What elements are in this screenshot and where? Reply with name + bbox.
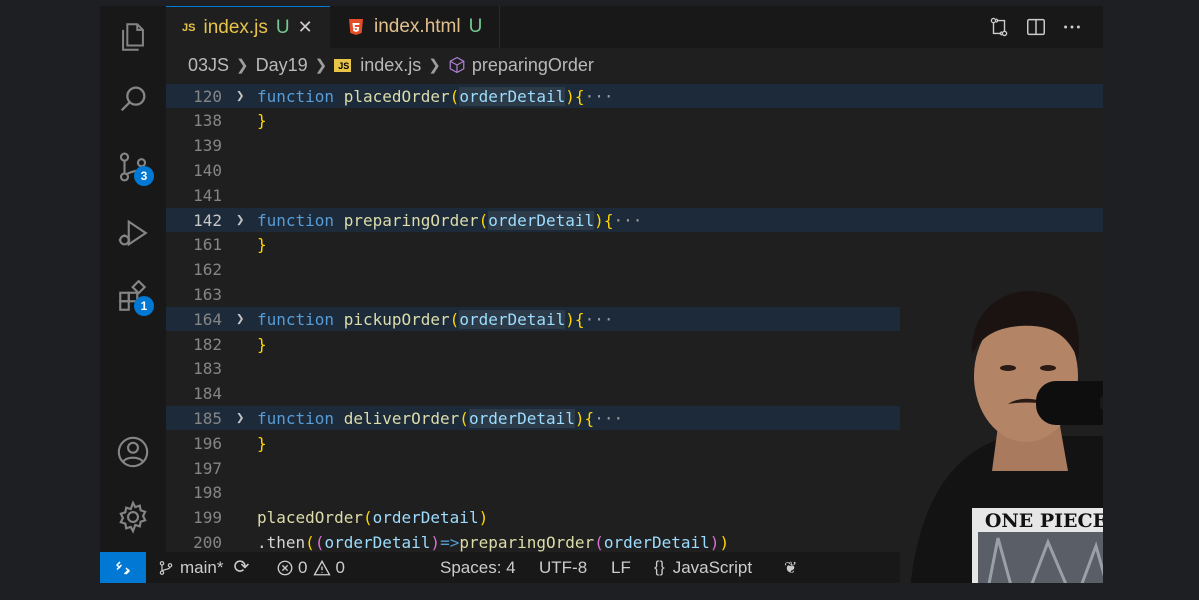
code-text: .then((orderDetail)=>preparingOrder(orde… xyxy=(257,532,730,552)
code-text: } xyxy=(257,433,267,453)
tab-label: index.html xyxy=(374,16,461,37)
language-name: JavaScript xyxy=(672,557,753,577)
line-number: 197 xyxy=(193,458,222,478)
webcam-overlay: ONE PIECE xyxy=(900,276,1103,583)
warning-count: 0 xyxy=(335,557,345,577)
breadcrumb-folder[interactable]: Day19 xyxy=(256,55,308,76)
vscode-window: 3 1 JS index.js U ✕ index.html U 03JS ❯ … xyxy=(100,6,1103,583)
activity-bar: 3 1 xyxy=(100,6,166,552)
branch-name: main* xyxy=(180,557,224,577)
accounts-icon[interactable] xyxy=(112,431,154,473)
code-line[interactable]: 142 ❯ function preparingOrder(orderDetail)… xyxy=(166,208,1103,232)
fold-chevron-icon[interactable]: ❯ xyxy=(236,311,244,327)
code-line[interactable]: 120 ❯ function placedOrder(orderDetail){··… xyxy=(166,84,1103,108)
chevron-right-icon: ❯ xyxy=(236,57,249,74)
source-control-icon[interactable]: 3 xyxy=(112,146,154,188)
code-text: } xyxy=(257,235,267,255)
language-mode-status[interactable]: {} JavaScript xyxy=(654,552,752,583)
close-tab-icon[interactable]: ✕ xyxy=(298,17,313,38)
line-number: 161 xyxy=(193,235,222,255)
branch-status[interactable]: main* ⟳ xyxy=(158,552,249,583)
javascript-file-icon: JS xyxy=(182,21,196,34)
code-line[interactable]: 141 xyxy=(166,183,1103,207)
code-line[interactable]: 138} xyxy=(166,109,1103,133)
error-icon xyxy=(277,560,293,575)
search-icon[interactable] xyxy=(112,78,154,120)
code-line[interactable]: 161} xyxy=(166,233,1103,257)
fold-chevron-icon[interactable]: ❯ xyxy=(236,88,244,104)
code-line[interactable]: 140 xyxy=(166,158,1103,182)
tab-index-js[interactable]: JS index.js U ✕ xyxy=(166,6,330,48)
line-number: 198 xyxy=(193,483,222,503)
line-number: 196 xyxy=(193,433,222,453)
line-number: 139 xyxy=(193,136,222,156)
code-text: } xyxy=(257,111,267,131)
line-number: 140 xyxy=(193,160,222,180)
cube-symbol-icon xyxy=(448,56,466,74)
code-text: function placedOrder(orderDetail){··· xyxy=(257,86,614,106)
line-number: 120 xyxy=(193,86,222,106)
code-text: function deliverOrder(orderDetail){··· xyxy=(257,408,624,428)
chevron-right-icon: ❯ xyxy=(314,57,328,74)
breadcrumb: 03JS ❯ Day19 ❯ JS index.js ❯ preparingOr… xyxy=(188,52,594,78)
code-text: function pickupOrder(orderDetail){··· xyxy=(257,309,614,329)
line-number: 185 xyxy=(193,408,222,428)
line-number: 183 xyxy=(193,359,222,379)
remote-indicator-icon[interactable] xyxy=(100,552,146,583)
problems-status[interactable]: 0 0 xyxy=(276,552,345,583)
code-text: function preparingOrder(orderDetail){··· xyxy=(257,210,643,230)
extensions-icon[interactable]: 1 xyxy=(112,276,154,318)
line-number: 138 xyxy=(193,111,222,131)
warning-icon xyxy=(313,559,332,575)
tab-untracked-status: U xyxy=(468,16,483,37)
error-count: 0 xyxy=(298,557,308,577)
sync-icon[interactable]: ⟳ xyxy=(233,556,249,579)
more-actions-icon[interactable] xyxy=(1059,14,1085,40)
fold-chevron-icon[interactable]: ❯ xyxy=(236,410,244,426)
encoding-status[interactable]: UTF-8 xyxy=(539,552,587,583)
shirt-print-text: ONE PIECE xyxy=(985,510,1103,532)
run-debug-icon[interactable] xyxy=(112,212,154,254)
line-number: 199 xyxy=(193,508,222,528)
line-number: 164 xyxy=(193,309,222,329)
git-branch-icon xyxy=(159,560,173,575)
settings-gear-icon[interactable] xyxy=(112,496,154,538)
explorer-icon[interactable] xyxy=(112,16,154,58)
open-changes-icon[interactable] xyxy=(986,14,1012,40)
code-text: } xyxy=(257,334,267,354)
copilot-icon[interactable]: ❦ xyxy=(784,552,797,583)
javascript-file-icon: JS xyxy=(334,58,352,72)
line-number: 162 xyxy=(193,260,222,280)
indentation-status[interactable]: Spaces: 4 xyxy=(440,552,516,583)
split-editor-icon[interactable] xyxy=(1023,14,1049,40)
tab-index-html[interactable]: index.html U xyxy=(330,6,500,48)
eol-status[interactable]: LF xyxy=(611,552,631,583)
code-text: placedOrder(orderDetail) xyxy=(257,508,489,528)
extensions-badge: 1 xyxy=(134,296,154,316)
breadcrumb-folder[interactable]: 03JS xyxy=(188,55,229,76)
breadcrumb-file[interactable]: index.js xyxy=(360,55,421,76)
editor-tab-bar: JS index.js U ✕ index.html U xyxy=(166,6,1103,48)
fold-chevron-icon[interactable]: ❯ xyxy=(236,212,244,228)
line-number: 163 xyxy=(193,284,222,304)
breadcrumb-symbol[interactable]: preparingOrder xyxy=(472,55,594,76)
tab-label: index.js xyxy=(203,16,268,38)
braces-icon: {} xyxy=(654,558,665,576)
line-number: 200 xyxy=(193,532,222,552)
tab-untracked-status: U xyxy=(275,16,290,38)
html5-file-icon xyxy=(348,18,364,36)
line-number: 184 xyxy=(193,384,222,404)
source-control-badge: 3 xyxy=(134,166,154,186)
line-number: 182 xyxy=(193,334,222,354)
line-number: 141 xyxy=(193,185,222,205)
code-line[interactable]: 139 xyxy=(166,134,1103,158)
line-number: 142 xyxy=(193,210,222,230)
chevron-right-icon: ❯ xyxy=(428,57,441,74)
